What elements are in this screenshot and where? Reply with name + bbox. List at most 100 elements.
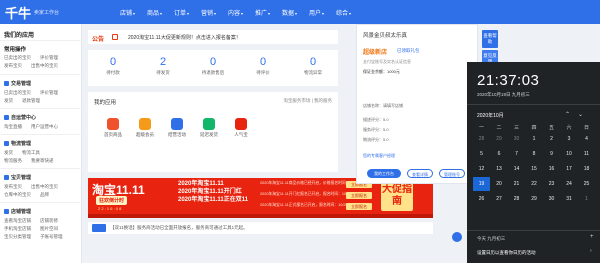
view-details-button[interactable]: 查看详情	[407, 169, 433, 178]
help-button[interactable]: 查看帮助	[482, 30, 498, 48]
app-tile[interactable]: 首页商品	[102, 118, 124, 138]
sidebar-link-row[interactable]: 发布宝贝 出售中的宝贝	[4, 184, 67, 190]
sidebar-section-self-ops[interactable]: 自运营中心	[4, 114, 36, 121]
sidebar-link-row[interactable]: 宝贝分类管理 子账号管理	[4, 234, 72, 240]
sidebar-link-row[interactable]: 发货 退款管理	[4, 98, 49, 104]
app-tile[interactable]: 人气宝	[230, 118, 252, 138]
stat-pending-payment[interactable]: 0 待付款	[93, 56, 133, 76]
nav-item-store[interactable]: 店铺▾	[120, 8, 135, 17]
sidebar-link-row[interactable]: 发布宝贝 出售中的宝贝	[4, 63, 67, 69]
sidebar-link-row[interactable]: 查看淘宝店铺 店铺装修	[4, 218, 67, 224]
calendar-day[interactable]: 22	[526, 177, 543, 191]
calendar-day[interactable]: 9	[543, 147, 560, 161]
weekday-label: 一	[478, 125, 484, 131]
nav-item-users[interactable]: 用户▾	[309, 8, 324, 17]
calendar-day[interactable]: 17	[561, 162, 578, 176]
weekday-label: 五	[548, 125, 554, 131]
apps-service-links[interactable]: 淘宝服务市场 | 我的服务	[283, 98, 332, 104]
calendar-day[interactable]: 25	[578, 177, 595, 191]
manage-account-button[interactable]: 管理账号	[439, 169, 465, 178]
app-tile[interactable]: 超级会员	[134, 118, 156, 138]
stat-pending-refund[interactable]: 0 待退款售后	[193, 56, 233, 76]
chat-icon[interactable]	[452, 232, 462, 242]
calendar-day[interactable]: 8	[526, 147, 543, 161]
divider	[0, 134, 82, 135]
shop-name[interactable]: 风景金贝叔太乐真	[363, 31, 407, 39]
calendar-month[interactable]: 2020年10月	[477, 112, 504, 119]
calendar-day[interactable]: 3	[561, 132, 578, 146]
calendar-day[interactable]: 26	[473, 192, 490, 206]
calendar-day[interactable]: 24	[561, 177, 578, 191]
calendar-day[interactable]: 20	[491, 177, 508, 191]
sidebar-section-store[interactable]: 店铺管理	[4, 208, 31, 215]
calendar-day[interactable]: 28	[508, 192, 525, 206]
divider	[0, 74, 82, 75]
calendar-event-hint[interactable]: 设置日历以查看你日历的活动	[477, 250, 536, 256]
calendar-day[interactable]: 29	[491, 132, 508, 146]
month-nav-arrows-icon[interactable]: ⌃⌄	[565, 111, 591, 118]
sidebar-link-row[interactable]: 发货 物流工具	[4, 150, 49, 156]
calendar-day[interactable]: 28	[473, 132, 490, 146]
calendar-day[interactable]: 11	[578, 147, 595, 161]
announcement-bar[interactable]: 公告 2020淘宝11.11大促更新规则！点击进入报名备案！	[88, 30, 338, 44]
calendar-day[interactable]: 14	[508, 162, 525, 176]
chevron-right-icon[interactable]: ›	[590, 248, 592, 254]
calendar-day[interactable]: 4	[578, 132, 595, 146]
nav-item-promotion[interactable]: 推广▾	[255, 8, 270, 17]
sidebar-link-row[interactable]: 物流服务 我要寄快递	[4, 158, 63, 164]
calendar-day[interactable]: 2	[543, 132, 560, 146]
deposit-balance: 保证金余额：1000元	[363, 69, 400, 74]
shop-status[interactable]: 已领取礼包	[397, 48, 420, 54]
nav-item-goods[interactable]: 商品▾	[147, 8, 162, 17]
nav-item-content[interactable]: 内容▾	[228, 8, 243, 17]
calendar-day[interactable]: 30	[543, 192, 560, 206]
app-logo[interactable]: 千牛	[5, 3, 31, 22]
nav-item-general[interactable]: 综合▾	[336, 8, 351, 17]
sidebar-link-row[interactable]: 手机淘宝店铺 图片空间	[4, 226, 67, 232]
app-tile[interactable]: 延迟发货	[198, 118, 220, 138]
calendar-day-today[interactable]: 19	[473, 177, 490, 191]
sidebar-link-row[interactable]: 仓库中的宝贝 品牌	[4, 192, 58, 198]
calendar-day[interactable]: 1	[526, 132, 543, 146]
app-tile[interactable]: 结营活动	[166, 118, 188, 138]
bottom-notice-text[interactable]: 【双11换话】服务商活动已全面开放报名，服务商可通过工具1元起。	[110, 225, 248, 231]
announcement-text[interactable]: 2020淘宝11.11大促更新规则！点击进入报名备案！	[128, 34, 241, 41]
calendar-day[interactable]: 31	[561, 192, 578, 206]
sidebar-link-row[interactable]: 已卖出的宝贝 评价管理	[4, 55, 67, 61]
add-event-icon[interactable]: +	[590, 234, 594, 240]
sidebar-section-trade[interactable]: 交易管理	[4, 80, 31, 87]
calendar-day[interactable]: 29	[526, 192, 543, 206]
sidebar-section-logistics[interactable]: 物流管理	[4, 140, 31, 147]
stat-pending-shipment[interactable]: 2 待发货	[143, 56, 183, 76]
stat-logistics-error[interactable]: 0 物流异常	[293, 56, 333, 76]
nav-item-data[interactable]: 数据▾	[282, 8, 297, 17]
calendar-day[interactable]: 10	[561, 147, 578, 161]
calendar-day[interactable]: 15	[526, 162, 543, 176]
calendar-day[interactable]: 21	[508, 177, 525, 191]
clock-date[interactable]: 2020年10月19日 九月初三	[477, 92, 530, 98]
calendar-day[interactable]: 5	[473, 147, 490, 161]
account-manager-link[interactable]: 您的专属客户经理	[363, 153, 395, 159]
stat-pending-review[interactable]: 0 待评价	[243, 56, 283, 76]
account-popup: 风景金贝叔太乐真 超级新店 已领取礼包 支付宝账号及实名认证信息 保证金余额：1…	[356, 24, 478, 184]
nav-item-marketing[interactable]: 营销▾	[201, 8, 216, 17]
signup-button[interactable]: 立即报名	[346, 192, 372, 199]
workbench-button[interactable]: 我的工作台	[367, 169, 401, 178]
calendar-day[interactable]: 7	[508, 147, 525, 161]
promo-guide-button[interactable]: 大促指南	[381, 181, 413, 211]
nav-item-orders[interactable]: 订单▾	[174, 8, 189, 17]
calendar-day[interactable]: 30	[508, 132, 525, 146]
calendar-day[interactable]: 13	[491, 162, 508, 176]
calendar-day[interactable]: 18	[578, 162, 595, 176]
sidebar-link-row[interactable]: 已卖出的宝贝 评价管理	[4, 90, 67, 96]
calendar-day[interactable]: 16	[543, 162, 560, 176]
calendar-day[interactable]: 23	[543, 177, 560, 191]
calendar-day[interactable]: 1	[578, 192, 595, 206]
bottom-notice-bar[interactable]: 【双11换话】服务商活动已全面开放报名，服务商可通过工具1元起。	[88, 222, 433, 234]
sidebar-section-goods[interactable]: 宝贝管理	[4, 174, 31, 181]
calendar-day[interactable]: 12	[473, 162, 490, 176]
calendar-day[interactable]: 27	[491, 192, 508, 206]
sidebar-link-row[interactable]: 淘宝直播 用户运营中心	[4, 124, 67, 130]
signup-button[interactable]: 立即报名	[346, 203, 372, 210]
calendar-day[interactable]: 6	[491, 147, 508, 161]
